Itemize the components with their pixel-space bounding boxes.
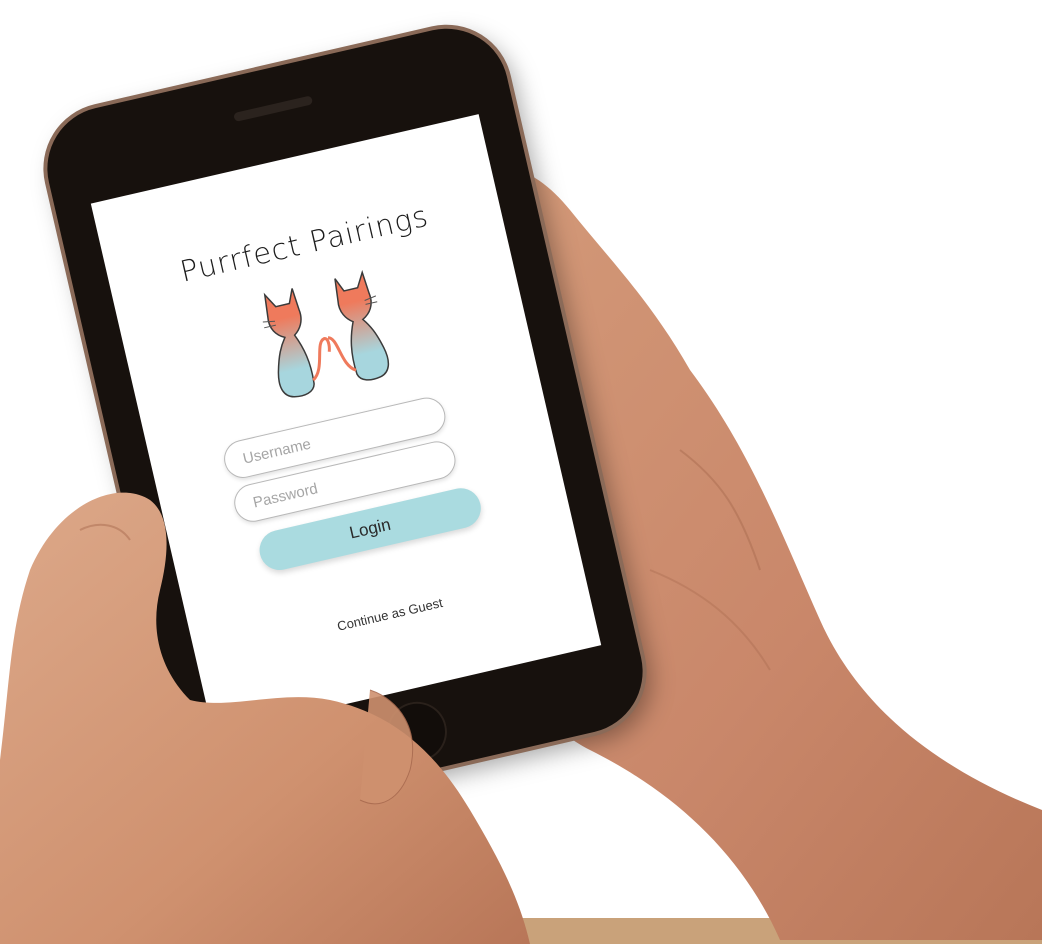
scene: Purrfect Pairings Login <box>0 0 1042 944</box>
left-hand <box>0 492 530 944</box>
speaker-grille <box>233 95 314 123</box>
